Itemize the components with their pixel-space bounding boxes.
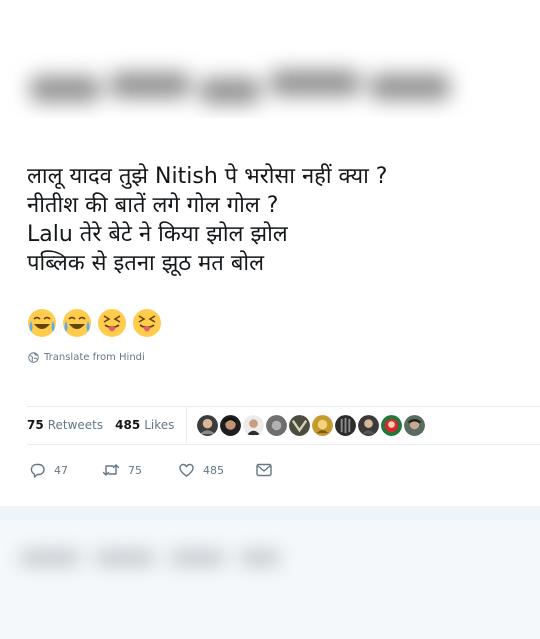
squinting-tongue-emoji (98, 309, 126, 337)
avatar[interactable] (220, 414, 242, 436)
reply-area-strip (0, 506, 540, 520)
tweet-line: Lalu तेरे बेटे ने किया झोल झोल (27, 222, 288, 247)
tweet-stats: 75 Retweets 485 Likes (27, 407, 426, 443)
globe-icon (28, 351, 39, 363)
retweet-button[interactable]: 75 (102, 462, 178, 478)
emoji-row (27, 308, 162, 342)
reply-icon (30, 463, 45, 478)
likes-label: Likes (144, 418, 175, 432)
squinting-tongue-emoji (133, 309, 161, 337)
avatar[interactable] (197, 414, 219, 436)
tweet-actions: 47 75 485 (30, 460, 272, 480)
retweets-stat[interactable]: 75 Retweets (27, 418, 103, 432)
retweets-count: 75 (27, 418, 44, 432)
joy-emoji (63, 309, 91, 337)
avatar[interactable] (266, 414, 288, 436)
tweet-card: लालू यादव तुझे Nitish पे भरोसा नहीं क्या… (0, 118, 540, 506)
avatar[interactable] (289, 414, 311, 436)
liker-avatars (197, 414, 426, 436)
tweet-text: लालू यादव तुझे Nitish पे भरोसा नहीं क्या… (27, 162, 527, 278)
avatar[interactable] (312, 414, 334, 436)
blurred-header (0, 0, 540, 118)
tweet-line: नीतीश की बातें लगे गोल गोल ? (27, 193, 279, 218)
tweet-line: पब्लिक से इतना झूठ मत बोल (27, 251, 265, 276)
translate-link[interactable]: Translate from Hindi (28, 349, 145, 365)
avatar[interactable] (404, 414, 426, 436)
like-button[interactable]: 485 (178, 462, 256, 478)
blurred-header-text (20, 58, 460, 126)
likes-stat[interactable]: 485 Likes (115, 418, 174, 432)
translate-label: Translate from Hindi (44, 351, 145, 363)
blurred-footer (20, 538, 310, 578)
retweet-icon (102, 464, 120, 476)
stats-top-divider (27, 406, 540, 407)
direct-message-button[interactable] (256, 463, 272, 477)
like-count: 485 (203, 463, 224, 477)
reply-count: 47 (54, 463, 68, 477)
joy-emoji (28, 309, 56, 337)
avatar[interactable] (335, 414, 357, 436)
retweet-count: 75 (128, 463, 142, 477)
likes-count: 485 (115, 418, 141, 432)
reply-button[interactable]: 47 (30, 462, 102, 478)
retweets-label: Retweets (47, 418, 104, 432)
avatar[interactable] (358, 414, 380, 436)
direct-message-icon (256, 463, 272, 477)
tweet-line: लालू यादव तुझे Nitish पे भरोसा नहीं क्या… (27, 164, 388, 189)
stats-bottom-divider (27, 444, 540, 445)
like-icon (179, 463, 194, 477)
avatar[interactable] (381, 414, 403, 436)
stats-separator (186, 407, 188, 443)
avatar[interactable] (243, 414, 265, 436)
